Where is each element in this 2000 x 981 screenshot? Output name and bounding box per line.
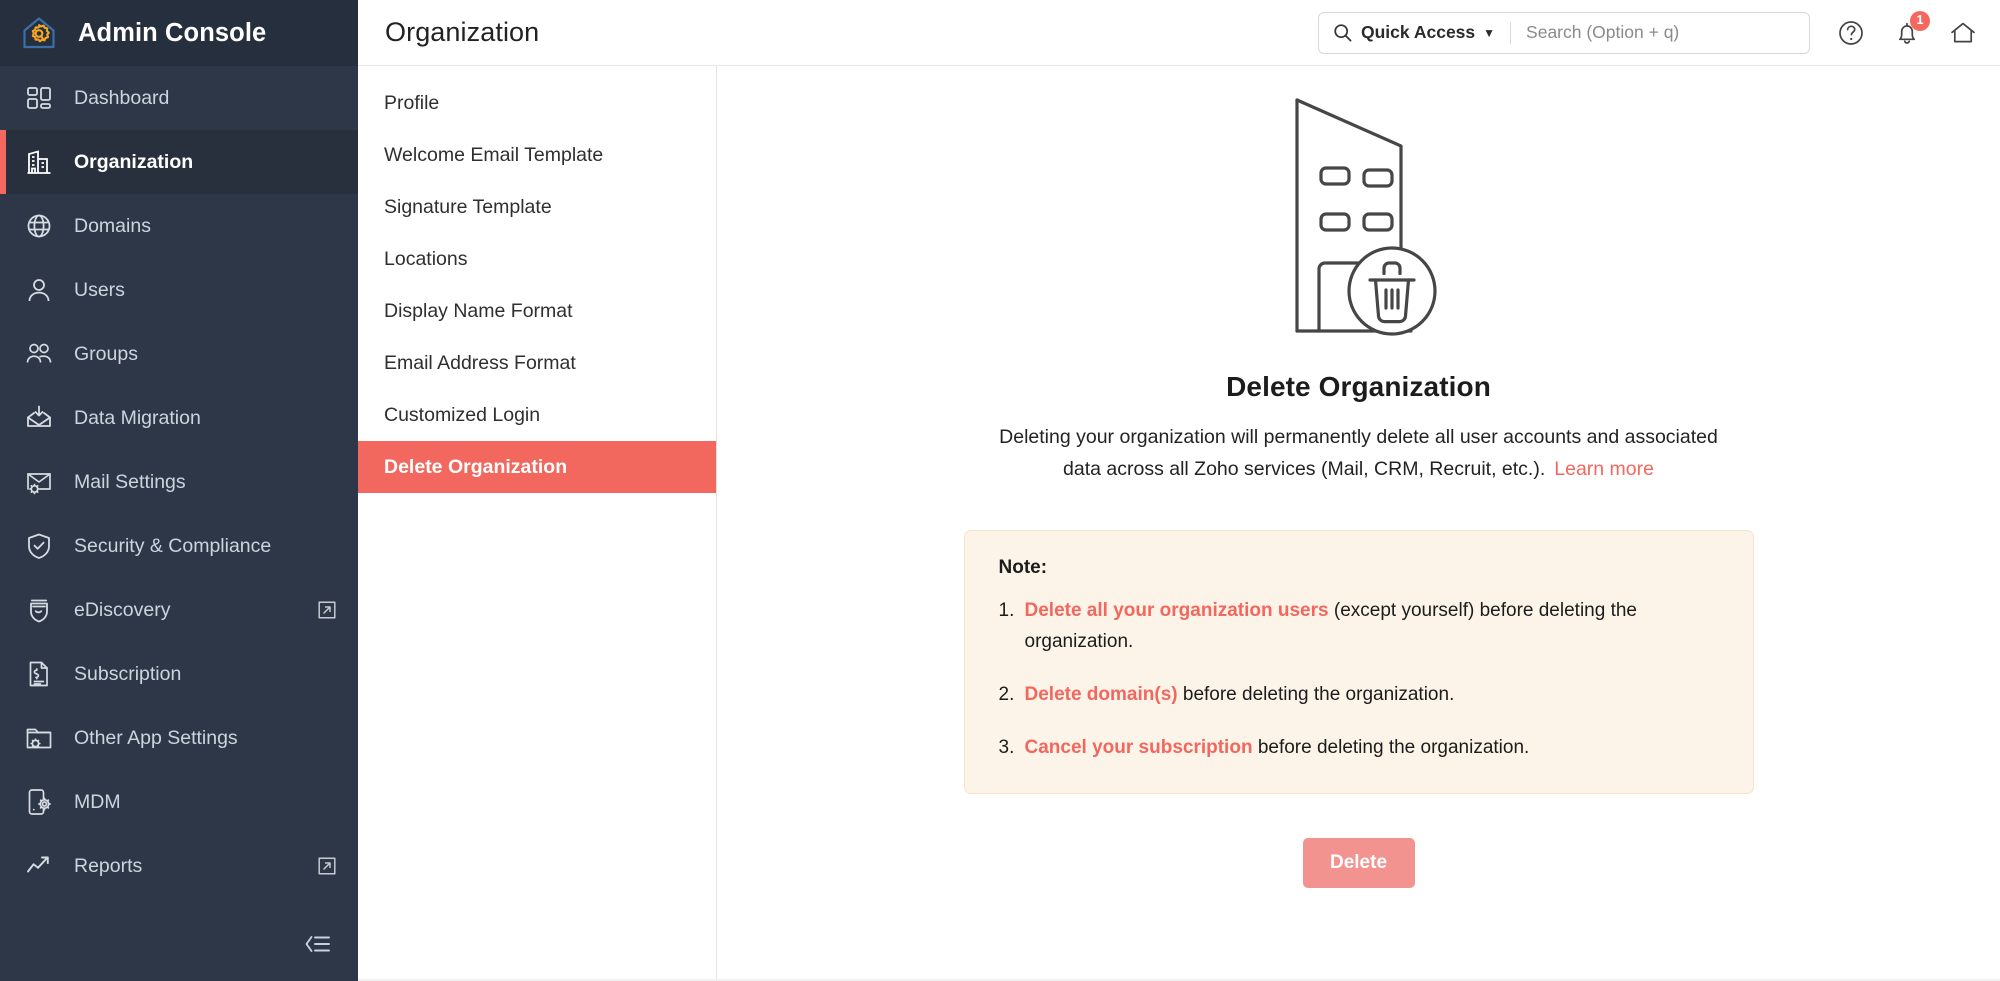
quick-access-label[interactable]: Quick Access	[1361, 22, 1475, 43]
note-list-item: Delete domain(s) before deleting the org…	[999, 679, 1719, 710]
note-box: Note: Delete all your organization users…	[964, 530, 1754, 794]
envelope-gear-icon	[24, 467, 54, 497]
note-item-text: before deleting the organization.	[1178, 684, 1455, 705]
brand-title: Admin Console	[78, 19, 266, 48]
note-list: Delete all your organization users (exce…	[999, 595, 1719, 763]
search-input[interactable]	[1526, 22, 1795, 43]
sidebar-item-dashboard[interactable]: Dashboard	[0, 66, 358, 130]
subnav-item-label: Display Name Format	[384, 300, 573, 323]
sidebar-item-groups[interactable]: Groups	[0, 322, 358, 386]
sidebar-item-label: Dashboard	[74, 87, 336, 110]
users-group-icon	[24, 339, 54, 369]
sidebar-item-security-compliance[interactable]: Security & Compliance	[0, 514, 358, 578]
sidebar-item-data-migration[interactable]: Data Migration	[0, 386, 358, 450]
sidebar-item-label: Mail Settings	[74, 471, 336, 494]
sidebar-item-mail-settings[interactable]: Mail Settings	[0, 450, 358, 514]
panel-description: Deleting your organization will permanen…	[979, 421, 1739, 485]
main-region: Organization Quick Access ▼	[358, 0, 2000, 981]
subnav-item-label: Delete Organization	[384, 456, 567, 479]
sidebar-item-organization[interactable]: Organization	[0, 130, 358, 194]
subnav-item-delete-organization[interactable]: Delete Organization	[358, 441, 716, 493]
subnav-item-label: Welcome Email Template	[384, 144, 603, 167]
left-sidebar: Admin Console Dashboard	[0, 0, 358, 981]
sidebar-item-label: Other App Settings	[74, 727, 336, 750]
body-split: Profile Welcome Email Template Signature…	[358, 66, 2000, 981]
delete-organization-panel: Delete Organization Deleting your organi…	[717, 66, 2000, 981]
mobile-gear-icon	[24, 787, 54, 817]
sidebar-item-label: Domains	[74, 215, 336, 238]
sidebar-item-mdm[interactable]: MDM	[0, 770, 358, 834]
globe-icon	[24, 211, 54, 241]
global-search-bar[interactable]: Quick Access ▼	[1318, 12, 1810, 54]
brand-header[interactable]: Admin Console	[0, 0, 358, 66]
top-header: Organization Quick Access ▼	[358, 0, 2000, 66]
sidebar-item-label: MDM	[74, 791, 336, 814]
sidebar-item-reports[interactable]: Reports	[0, 834, 358, 898]
bell-icon[interactable]: 1	[1892, 18, 1922, 48]
panel-title: Delete Organization	[1226, 371, 1491, 403]
invoice-dollar-icon	[24, 659, 54, 689]
sidebar-item-ediscovery[interactable]: eDiscovery	[0, 578, 358, 642]
chevron-down-icon[interactable]: ▼	[1483, 27, 1495, 39]
note-link-delete-domains[interactable]: Delete domain(s)	[1025, 684, 1178, 705]
subnav-item-email-address-format[interactable]: Email Address Format	[358, 337, 716, 389]
note-list-item: Delete all your organization users (exce…	[999, 595, 1719, 657]
sidebar-item-subscription[interactable]: Subscription	[0, 642, 358, 706]
sidebar-item-label: Security & Compliance	[74, 535, 336, 558]
subnav-item-label: Profile	[384, 92, 439, 115]
subnav-item-label: Customized Login	[384, 404, 540, 427]
sidebar-nav: Dashboard Organization	[0, 66, 358, 898]
trend-arrow-icon	[24, 851, 54, 881]
building-icon	[24, 147, 54, 177]
subnav-item-label: Email Address Format	[384, 352, 576, 375]
note-list-item: Cancel your subscription before deleting…	[999, 732, 1719, 763]
notification-badge: 1	[1910, 11, 1930, 31]
envelope-download-icon	[24, 403, 54, 433]
sidebar-item-label: Data Migration	[74, 407, 336, 430]
subnav-item-welcome-email-template[interactable]: Welcome Email Template	[358, 129, 716, 181]
external-link-icon	[318, 601, 336, 619]
discovery-badge-icon	[24, 595, 54, 625]
help-circle-icon[interactable]	[1836, 18, 1866, 48]
building-delete-illustration	[1259, 88, 1459, 343]
learn-more-link[interactable]: Learn more	[1554, 458, 1654, 480]
search-divider	[1510, 22, 1511, 44]
sidebar-item-other-app-settings[interactable]: Other App Settings	[0, 706, 358, 770]
subnav-item-locations[interactable]: Locations	[358, 233, 716, 285]
external-link-icon	[318, 857, 336, 875]
search-icon	[1333, 23, 1352, 42]
sidebar-item-users[interactable]: Users	[0, 258, 358, 322]
subnav-item-label: Locations	[384, 248, 467, 271]
sidebar-item-domains[interactable]: Domains	[0, 194, 358, 258]
note-link-delete-users[interactable]: Delete all your organization users	[1025, 600, 1329, 621]
note-heading: Note:	[999, 557, 1719, 579]
delete-button[interactable]: Delete	[1303, 838, 1415, 888]
note-item-text: before deleting the organization.	[1253, 737, 1530, 758]
user-icon	[24, 275, 54, 305]
house-gear-icon	[19, 13, 59, 53]
sidebar-item-label: Subscription	[74, 663, 336, 686]
sidebar-item-label: Organization	[74, 151, 336, 174]
subnav-item-signature-template[interactable]: Signature Template	[358, 181, 716, 233]
page-title: Organization	[385, 17, 539, 48]
sidebar-item-label: Reports	[74, 855, 318, 878]
shield-check-icon	[24, 531, 54, 561]
subnav-item-customized-login[interactable]: Customized Login	[358, 389, 716, 441]
sidebar-item-label: Groups	[74, 343, 336, 366]
subnav-item-label: Signature Template	[384, 196, 552, 219]
home-icon[interactable]	[1948, 18, 1978, 48]
folder-gear-icon	[24, 723, 54, 753]
admin-console-window: Admin Console Dashboard	[0, 0, 2000, 981]
subnav-item-display-name-format[interactable]: Display Name Format	[358, 285, 716, 337]
sidebar-item-label: eDiscovery	[74, 599, 318, 622]
sidebar-item-label: Users	[74, 279, 336, 302]
collapse-sidebar-icon[interactable]	[300, 931, 334, 957]
organization-subnav: Profile Welcome Email Template Signature…	[358, 66, 717, 981]
note-link-cancel-subscription[interactable]: Cancel your subscription	[1025, 737, 1253, 758]
subnav-item-profile[interactable]: Profile	[358, 77, 716, 129]
dashboard-grid-icon	[24, 83, 54, 113]
